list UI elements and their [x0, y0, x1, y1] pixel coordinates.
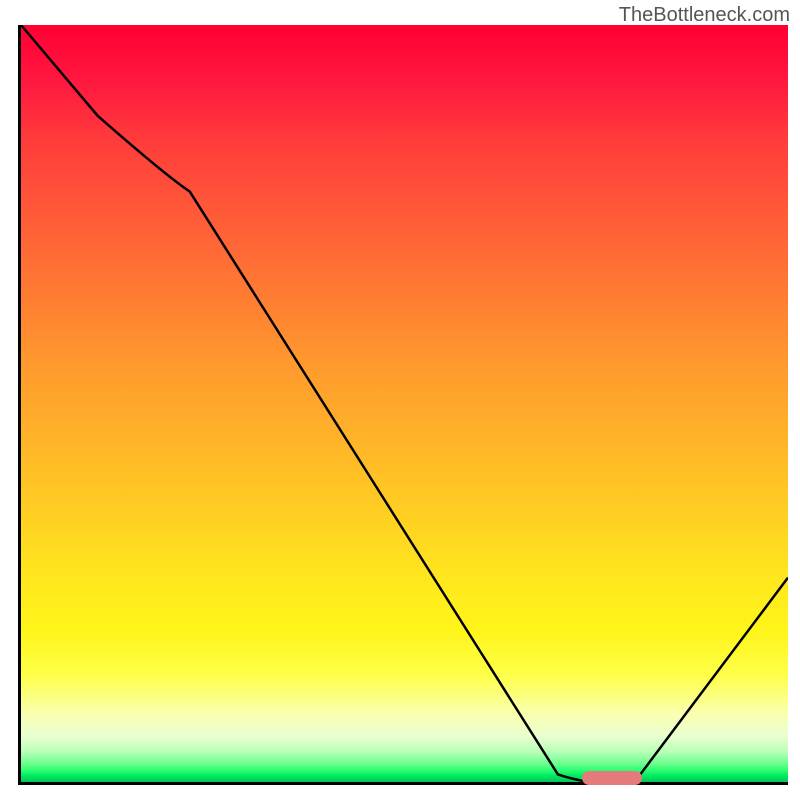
optimal-point-marker — [582, 771, 642, 785]
watermark-text: TheBottleneck.com — [619, 4, 790, 27]
bottleneck-curve-line — [21, 25, 788, 782]
chart-line-layer — [21, 25, 788, 782]
chart-plot-area — [18, 25, 788, 785]
